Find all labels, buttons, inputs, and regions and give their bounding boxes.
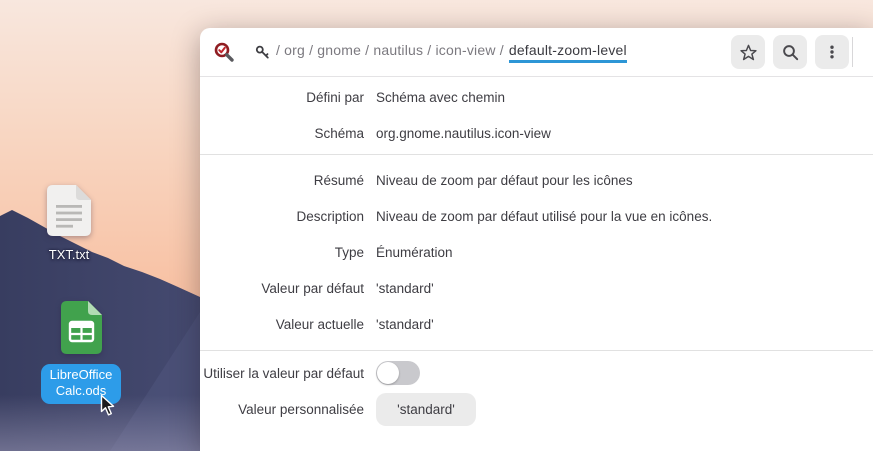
search-icon	[782, 44, 799, 61]
custom-value-dropdown[interactable]: 'standard'	[376, 393, 476, 426]
use-default-toggle[interactable]	[376, 361, 420, 385]
custom-value-label: Valeur personnalisée	[200, 402, 364, 417]
desktop-icon-libreoffice-calc[interactable]: LibreOffice Calc.ods	[38, 300, 124, 404]
headerbar: / org / gnome / nautilus / icon-view / d…	[200, 28, 873, 77]
desktop-icon-label: TXT.txt	[29, 247, 109, 262]
menu-dots-icon	[824, 44, 840, 60]
mouse-cursor	[100, 394, 116, 417]
desktop-icon-txt-file[interactable]: TXT.txt	[29, 184, 109, 262]
menu-button[interactable]	[815, 35, 849, 69]
text-file-icon	[43, 184, 95, 238]
property-label: Schéma	[200, 126, 364, 141]
property-row-type: Type Énumération	[200, 234, 873, 270]
key-properties-panel: Défini par Schéma avec chemin Schéma org…	[200, 77, 873, 427]
breadcrumb-current-key[interactable]: default-zoom-level	[509, 42, 627, 63]
property-label: Défini par	[200, 90, 364, 105]
property-label: Valeur par défaut	[200, 281, 364, 296]
bookmark-star-icon	[740, 44, 757, 61]
search-button[interactable]	[773, 35, 807, 69]
dconf-editor-app-icon	[213, 41, 235, 63]
property-row-current-value: Valeur actuelle 'standard'	[200, 306, 873, 342]
property-row-description: Description Niveau de zoom par défaut ut…	[200, 198, 873, 234]
property-row-summary: Résumé Niveau de zoom par défaut pour le…	[200, 162, 873, 198]
breadcrumb-path-prefix[interactable]: / org / gnome / nautilus / icon-view /	[276, 42, 504, 58]
custom-value-row: Valeur personnalisée 'standard'	[200, 391, 873, 427]
property-value: 'standard'	[376, 281, 434, 296]
property-value: 'standard'	[376, 317, 434, 332]
property-row-default-value: Valeur par défaut 'standard'	[200, 270, 873, 306]
property-label: Description	[200, 209, 364, 224]
dconf-editor-window: / org / gnome / nautilus / icon-view / d…	[200, 28, 873, 451]
bookmark-button[interactable]	[731, 35, 765, 69]
use-default-row: Utiliser la valeur par défaut	[200, 355, 873, 391]
path-breadcrumb[interactable]: / org / gnome / nautilus / icon-view / d…	[255, 42, 627, 63]
section-divider	[200, 154, 873, 155]
property-value: Niveau de zoom par défaut utilisé pour l…	[376, 209, 712, 224]
toggle-knob	[377, 362, 399, 384]
key-icon	[255, 45, 270, 60]
property-value: Niveau de zoom par défaut pour les icône…	[376, 173, 633, 188]
property-label: Type	[200, 245, 364, 260]
spreadsheet-icon	[59, 300, 104, 356]
property-row-schema: Schéma org.gnome.nautilus.icon-view	[200, 115, 873, 151]
property-value: org.gnome.nautilus.icon-view	[376, 126, 551, 141]
use-default-label: Utiliser la valeur par défaut	[200, 366, 364, 381]
property-value: Énumération	[376, 245, 453, 260]
property-row-defined-by: Défini par Schéma avec chemin	[200, 79, 873, 115]
property-label: Résumé	[200, 173, 364, 188]
property-label: Valeur actuelle	[200, 317, 364, 332]
section-divider	[200, 350, 873, 351]
headerbar-separator	[852, 37, 853, 67]
property-value: Schéma avec chemin	[376, 90, 505, 105]
